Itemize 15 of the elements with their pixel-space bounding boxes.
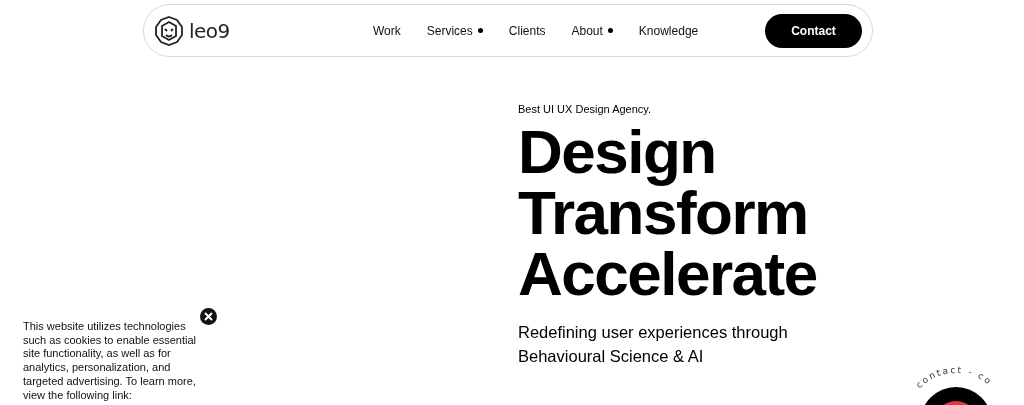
- tagline: Best UI UX Design Agency.: [518, 103, 653, 115]
- nav-link[interactable]: Work: [373, 23, 401, 38]
- dropdown-dot-icon[interactable]: [607, 28, 613, 33]
- nav-link[interactable]: Services: [426, 23, 473, 38]
- dropdown-dot-icon[interactable]: [477, 28, 483, 33]
- contact-button[interactable]: Contact: [765, 13, 862, 48]
- nav-link[interactable]: Knowledge: [638, 23, 699, 38]
- cookie-notice-text: This website utilizes technologies such as cookies to enable essential site functionality, as well as for analytics, personalization, and targeted advertising. To learn more, view the following link:: [23, 320, 198, 403]
- close-icon[interactable]: [200, 308, 217, 325]
- nav-link[interactable]: Clients: [508, 23, 546, 38]
- logo-wordmark[interactable]: leo9: [189, 18, 230, 43]
- subtitle-line: Redefining user experiences through: [518, 322, 788, 343]
- subtitle-line: Behavioural Science & AI: [518, 346, 704, 367]
- headline-line: Accelerate: [518, 243, 817, 304]
- nav-link[interactable]: About: [571, 23, 603, 38]
